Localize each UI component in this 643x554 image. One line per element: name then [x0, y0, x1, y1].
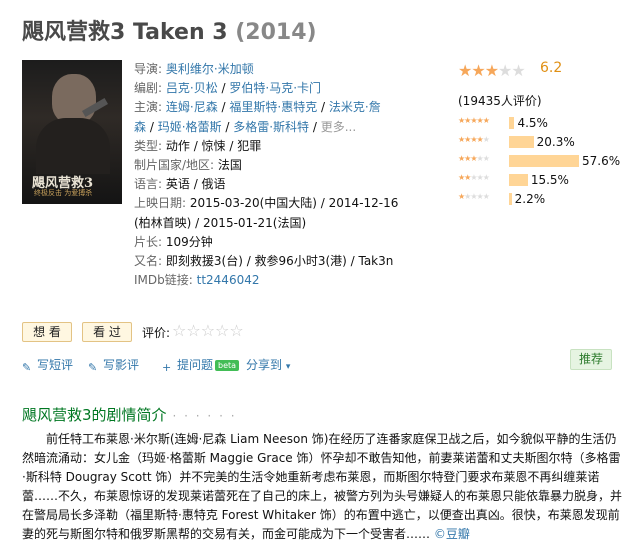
synopsis-heading-text: 飓风营救3的剧情简介 — [22, 406, 167, 424]
share-label: 分享到 — [246, 358, 283, 372]
mini-stars-icon: ★★★★★ — [458, 192, 490, 201]
chevron-down-icon: ▾ — [285, 362, 291, 372]
poster-figure — [36, 118, 110, 174]
movie-info: 导演: 奥利维尔·米加顿 编剧: 吕克·贝松 / 罗伯特·马克·卡门 主演: 连… — [134, 62, 399, 288]
synopsis-text: 前任特工布莱恩·米尔斯(连姆·尼森 Liam Neeson 饰)在经历了连番家庭… — [22, 430, 622, 544]
cast-link[interactable]: 森 — [134, 120, 146, 134]
synopsis-heading: 飓风营救3的剧情简介 · · · · · · — [22, 404, 237, 425]
want-to-watch-button[interactable]: 想 看 — [22, 322, 72, 342]
imdb-link[interactable]: tt2446042 — [197, 273, 260, 287]
movie-title: 飓风营救3 Taken 3 — [22, 20, 228, 45]
recommend-button[interactable]: 推荐 — [570, 349, 612, 370]
movie-year: (2014) — [235, 20, 317, 45]
release-value: 2015-03-20(中国大陆) / 2014-12-16 — [189, 196, 399, 211]
release-label: 上映日期: — [134, 196, 187, 211]
plus-icon: + — [162, 361, 172, 374]
director-link[interactable]: 奥利维尔·米加顿 — [166, 62, 254, 76]
synopsis-body: 前任特工布莱恩·米尔斯(连姆·尼森 Liam Neeson 饰)在经历了连番家庭… — [22, 432, 623, 541]
director-label: 导演: — [134, 62, 163, 76]
share-link[interactable]: 分享到 ▾ — [246, 356, 290, 373]
rate-stars-icon[interactable]: ☆☆☆☆☆ — [172, 321, 244, 340]
rating-distribution-row: ★★★★★ 20.3% — [458, 133, 638, 152]
mini-stars-icon: ★★★★★ — [458, 154, 490, 163]
poster-face — [52, 74, 96, 124]
genre-value: 动作 / 惊悚 / 犯罪 — [165, 138, 262, 153]
mini-stars-icon: ★★★★★ — [458, 173, 490, 182]
mini-stars-icon: ★★★★★ — [458, 116, 490, 125]
rating-percent: 4.5% — [517, 116, 548, 130]
rate-label: 评价: — [142, 326, 171, 340]
cast-label: 主演: — [134, 100, 163, 115]
douban-source-link[interactable]: ©豆瓣 — [434, 527, 470, 541]
ask-question-label: 提问题 — [177, 358, 214, 372]
cast-link[interactable]: 连姆·尼森 — [166, 100, 218, 114]
rating-bar — [509, 155, 579, 167]
language-value: 英语 / 俄语 — [165, 177, 226, 192]
more-cast-link[interactable]: 更多... — [321, 120, 356, 134]
rating-stars-icon: ★★★★★ — [458, 61, 526, 80]
country-label: 制片国家/地区: — [134, 158, 215, 173]
cast-link[interactable]: 法米克·詹 — [329, 100, 381, 114]
rating-percent: 2.2% — [514, 192, 546, 206]
pencil-icon: ✎ — [88, 361, 98, 374]
rating-distribution-row: ★★★★★ 4.5% — [458, 114, 638, 133]
cast-link[interactable]: 玛姬·格蕾斯 — [158, 120, 222, 134]
cast-link[interactable]: 多格雷·斯科特 — [233, 120, 309, 134]
rating-votes-link[interactable]: (19435人评价) — [458, 92, 542, 109]
runtime-label: 片长: — [134, 234, 163, 249]
rating-bar — [509, 136, 534, 148]
synopsis-dots: · · · · · · — [172, 409, 237, 423]
aka-label: 又名: — [134, 254, 163, 269]
writer-label: 编剧: — [134, 81, 163, 96]
movie-poster[interactable]: 飓风营救3 终极反击 为爱搏杀 — [22, 60, 122, 204]
imdb-label: IMDb链接: — [134, 273, 193, 288]
rating-percent: 15.5% — [530, 173, 569, 187]
writer-link[interactable]: 罗伯特·马克·卡门 — [229, 81, 321, 95]
rating-bar — [509, 174, 528, 186]
ask-question-link[interactable]: + 提问题 beta — [162, 356, 240, 374]
write-review-label: 写影评 — [103, 358, 140, 372]
beta-badge: beta — [215, 360, 240, 371]
runtime-value: 109分钟 — [165, 234, 213, 249]
aka-value: 即刻救援3(台) / 救参96小时3(港) / Tak3n — [165, 254, 394, 269]
release-value-cont: (柏林首映) / 2015-01-21(法国) — [134, 215, 307, 230]
rating-bar — [509, 117, 515, 129]
rating-distribution-row: ★★★★★ 2.2% — [458, 190, 638, 209]
page-title: 飓风营救3 Taken 3 (2014) — [22, 14, 317, 46]
rating-distribution-row: ★★★★★ 15.5% — [458, 171, 638, 190]
rating-percent: 57.6% — [582, 154, 621, 168]
rating-distribution: ★★★★★ 4.5% ★★★★★ 20.3% ★★★★★ 57.6% ★★★★★ 15.5% ★… — [458, 114, 638, 209]
language-label: 语言: — [134, 177, 163, 192]
pencil-icon: ✎ — [22, 361, 32, 374]
write-review-link[interactable]: ✎ 写影评 — [88, 356, 140, 374]
genre-label: 类型: — [134, 138, 163, 153]
rating-score: 6.2 — [540, 60, 563, 76]
poster-subtitle: 终极反击 为爱搏杀 — [34, 189, 93, 197]
rating-distribution-row: ★★★★★ 57.6% — [458, 152, 638, 171]
watched-button[interactable]: 看 过 — [82, 322, 132, 342]
rating-bar — [509, 193, 512, 205]
mini-stars-icon: ★★★★★ — [458, 135, 490, 144]
country-value: 法国 — [217, 158, 242, 173]
write-short-review-link[interactable]: ✎ 写短评 — [22, 356, 74, 374]
rating-percent: 20.3% — [536, 135, 575, 149]
cast-link[interactable]: 福里斯特·惠特克 — [229, 100, 317, 114]
writer-link[interactable]: 吕克·贝松 — [166, 81, 218, 95]
write-short-review-label: 写短评 — [37, 358, 74, 372]
